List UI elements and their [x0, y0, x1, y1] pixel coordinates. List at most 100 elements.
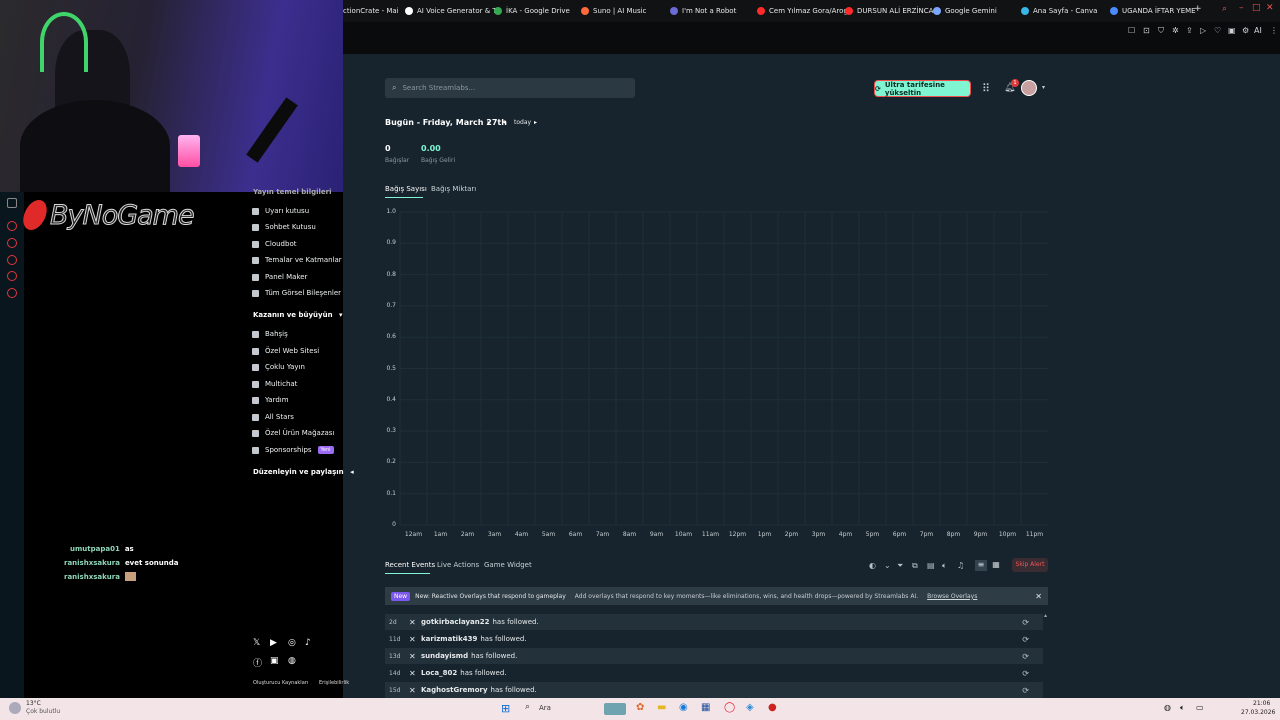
event-age: 2d	[389, 618, 397, 626]
x-tick-label: 9pm	[973, 531, 988, 538]
event-age: 15d	[389, 686, 401, 694]
banner-title: New: Reactive Overlays that respond to g…	[415, 592, 566, 600]
kick-icon: ✕	[409, 634, 416, 644]
x-tick-label: 5am	[541, 531, 556, 538]
network-icon[interactable]: ◍	[1164, 703, 1171, 712]
weather-desc: Çok bulutlu	[26, 708, 61, 715]
y-tick-label: 0.1	[386, 489, 396, 497]
app-icon[interactable]: ◈	[746, 702, 754, 713]
kick-icon: ✕	[409, 617, 416, 627]
kick-icon: ✕	[409, 651, 416, 661]
replay-icon[interactable]: ⟳	[1022, 618, 1029, 627]
x-tick-label: 4am	[514, 531, 529, 538]
clock-time: 21:06	[1253, 700, 1271, 707]
battery-icon[interactable]: ▭	[1196, 703, 1204, 712]
scrollbar[interactable]: ▴	[1044, 612, 1047, 619]
donations-chart	[399, 211, 1048, 526]
y-tick-label: 0.8	[386, 270, 396, 278]
streamlabs-icon[interactable]: ●	[768, 702, 777, 713]
tab-game-widget[interactable]: Game Widget	[484, 561, 532, 569]
windows-start-icon[interactable]: ⊞	[501, 702, 510, 715]
copilot-icon[interactable]: ✿	[636, 702, 644, 713]
y-tick-label: 0.4	[386, 395, 396, 403]
x-tick-label: 5pm	[865, 531, 880, 538]
edge-icon[interactable]: ◉	[679, 702, 688, 713]
x-tick-label: 1pm	[757, 531, 772, 538]
event-row[interactable]: 13d ✕ sundayismd has followed. ⟳	[385, 648, 1043, 664]
x-tick-label: 6am	[568, 531, 583, 538]
x-tick-label: 3pm	[811, 531, 826, 538]
event-username[interactable]: sundayismd	[421, 652, 468, 660]
replay-icon[interactable]: ⟳	[1022, 652, 1029, 661]
event-row[interactable]: 11d ✕ karizmatik439 has followed. ⟳	[385, 631, 1043, 647]
x-tick-label: 2pm	[784, 531, 799, 538]
event-action: has followed.	[471, 652, 518, 660]
browse-overlays-link[interactable]: Browse Overlays	[927, 593, 977, 600]
x-tick-label: 4pm	[838, 531, 853, 538]
banner-detail: Add overlays that respond to key moments…	[574, 592, 919, 600]
event-username[interactable]: Loca_802	[421, 669, 457, 677]
windows-taskbar: 13°C Çok bulutlu ⊞ ⌕ Ara ✿ ▬ ◉ ▦ ◯ ◈ ● ◍…	[0, 698, 1280, 720]
event-age: 11d	[389, 635, 401, 643]
kick-icon: ✕	[409, 668, 416, 678]
replay-icon[interactable]: ⟳	[1022, 669, 1029, 678]
x-tick-label: 11am	[701, 531, 720, 538]
tab-live-actions[interactable]: Live Actions	[437, 561, 479, 569]
shield-filter-icon[interactable]: ◐	[869, 561, 876, 570]
event-row[interactable]: 2d ✕ gotkirbaclayan22 has followed. ⟳	[385, 614, 1043, 630]
x-tick-label: 12am	[404, 531, 423, 538]
taskbar-search-label[interactable]: Ara	[539, 704, 551, 712]
list-view-icon[interactable]: ≡	[975, 560, 987, 571]
y-tick-label: 0.6	[386, 333, 396, 341]
grid-view-icon[interactable]: ▦	[990, 560, 1002, 571]
event-age: 13d	[389, 652, 401, 660]
y-tick-label: 0.5	[386, 364, 396, 372]
y-tick-label: 1.0	[386, 208, 396, 215]
event-username[interactable]: KaghostGremory	[421, 686, 488, 694]
y-tick-label: 0.9	[386, 239, 396, 247]
chevron-down-icon[interactable]: ⌄	[884, 561, 891, 570]
x-tick-label: 10pm	[998, 531, 1017, 538]
queue-icon[interactable]: ▤	[927, 561, 935, 570]
event-username[interactable]: gotkirbaclayan22	[421, 618, 489, 626]
x-tick-label: 2am	[460, 531, 475, 538]
x-tick-label: 8pm	[946, 531, 961, 538]
file-explorer-icon[interactable]: ▬	[657, 702, 666, 713]
replay-icon[interactable]: ⟳	[1022, 635, 1029, 644]
event-username[interactable]: karizmatik439	[421, 635, 477, 643]
filter-icon[interactable]: ⏷	[897, 561, 903, 571]
x-tick-label: 12pm	[728, 531, 747, 538]
clock-date: 27.03.2026	[1241, 709, 1276, 716]
x-tick-label: 10am	[674, 531, 693, 538]
weather-icon[interactable]	[9, 702, 21, 714]
x-tick-label: 7am	[595, 531, 610, 538]
event-action: has followed.	[490, 686, 537, 694]
y-tick-label: 0.2	[386, 458, 396, 466]
volume-icon[interactable]: 🔈︎	[1180, 703, 1185, 713]
skip-alert-button[interactable]: Skip Alert	[1012, 558, 1048, 572]
tab-recent-events[interactable]: Recent Events	[385, 561, 435, 569]
reactive-overlays-banner: New New: Reactive Overlays that respond …	[385, 587, 1048, 605]
active-tab-underline	[385, 573, 430, 574]
weather-temp: 13°C	[26, 700, 41, 707]
store-icon[interactable]: ▦	[701, 702, 710, 713]
x-tick-label: 7pm	[919, 531, 934, 538]
kick-icon: ✕	[409, 685, 416, 695]
event-action: has followed.	[492, 618, 539, 626]
close-icon[interactable]: ✕	[1035, 592, 1042, 601]
popout-icon[interactable]: ⧉	[912, 561, 918, 571]
bell-icon[interactable]: ♫	[957, 561, 964, 570]
x-tick-label: 9am	[649, 531, 664, 538]
event-row[interactable]: 14d ✕ Loca_802 has followed. ⟳	[385, 665, 1043, 681]
new-badge: New	[391, 591, 411, 601]
y-tick-label: 0	[392, 521, 396, 528]
replay-icon[interactable]: ⟳	[1022, 686, 1029, 695]
widget-thumbnail[interactable]	[604, 703, 626, 715]
event-action: has followed.	[480, 635, 527, 643]
event-age: 14d	[389, 669, 401, 677]
taskbar-search-icon[interactable]: ⌕	[525, 702, 530, 712]
x-tick-label: 11pm	[1025, 531, 1044, 538]
event-row[interactable]: 15d ✕ KaghostGremory has followed. ⟳	[385, 682, 1043, 698]
mute-icon[interactable]: 🔈︎	[942, 561, 947, 571]
opera-icon[interactable]: ◯	[724, 702, 735, 713]
